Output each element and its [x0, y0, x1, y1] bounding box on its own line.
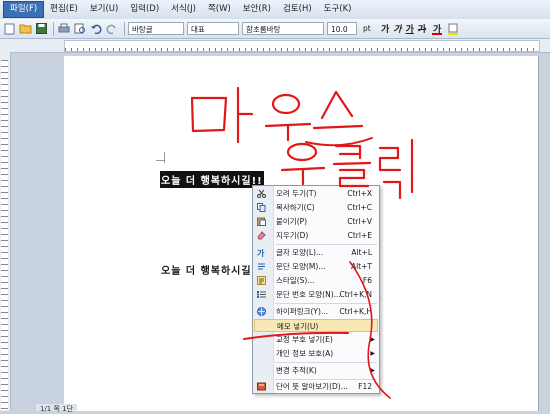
- menu-item-label: 교정 부호 넣기(E): [276, 335, 333, 344]
- menu-item-shortcut: Ctrl+V: [347, 217, 372, 226]
- menu-item-shortcut: Alt+T: [350, 262, 372, 271]
- menu-item-track-changes[interactable]: 변경 추적(K) ▶: [254, 364, 378, 377]
- print-preview-icon[interactable]: [73, 22, 87, 36]
- menu-separator: [275, 362, 377, 363]
- menu-format[interactable]: 서식(J): [165, 2, 202, 17]
- dictionary-icon: [257, 382, 266, 391]
- hyperlink-icon: [257, 307, 266, 316]
- style-combo[interactable]: 바탕글: [128, 22, 184, 35]
- menu-item-label: 문단 모양(M)...: [276, 262, 326, 271]
- menu-item-label: 단어 뜻 알아보기(D)...: [276, 382, 348, 391]
- new-document-icon[interactable]: [2, 22, 16, 36]
- menu-item-label: 붙이기(P): [276, 217, 308, 226]
- submenu-arrow-icon: ▶: [370, 367, 375, 374]
- selected-text-line[interactable]: 오늘 더 행복하시길!!: [160, 171, 264, 188]
- menu-item-cut[interactable]: 오려 두기(T) Ctrl+X: [254, 187, 378, 200]
- menu-item-label: 복사하기(C): [276, 203, 315, 212]
- eraser-icon: [257, 231, 266, 240]
- strikethrough-button[interactable]: 가: [418, 22, 426, 35]
- menu-item-label: 지우기(D): [276, 231, 309, 240]
- menu-separator: [275, 303, 377, 304]
- menu-item-style[interactable]: 스타일(S)... F6: [254, 274, 378, 287]
- italic-button[interactable]: 가: [393, 22, 401, 35]
- style-icon: [257, 276, 266, 285]
- menu-item-proofreading-marks[interactable]: 교정 부호 넣기(E) ▶: [254, 333, 378, 346]
- margin-corner-mark: [156, 158, 165, 163]
- menu-item-label: 글자 모양(L)...: [276, 248, 324, 257]
- menu-item-shortcut: F12: [358, 382, 372, 391]
- menu-item-insert-memo[interactable]: 메모 넣기(U): [254, 319, 378, 332]
- menu-item-copy[interactable]: 복사하기(C) Ctrl+C: [254, 201, 378, 214]
- scissors-icon: [257, 189, 266, 198]
- menu-item-shortcut: F6: [362, 276, 372, 285]
- text-line[interactable]: 오늘 더 행복하시길!!: [161, 262, 263, 277]
- context-menu: 오려 두기(T) Ctrl+X 복사하기(C) Ctrl+C 붙이기(P) Ct…: [252, 185, 380, 394]
- underline-button[interactable]: 가: [406, 22, 414, 35]
- submenu-arrow-icon: ▶: [370, 336, 375, 343]
- menu-security[interactable]: 보안(R): [237, 2, 277, 17]
- undo-icon[interactable]: [89, 22, 103, 36]
- menu-item-paste[interactable]: 붙이기(P) Ctrl+V: [254, 215, 378, 228]
- menu-review[interactable]: 검토(H): [277, 2, 318, 17]
- menu-item-dictionary[interactable]: 단어 뜻 알아보기(D)... F12: [254, 380, 378, 393]
- menu-item-para-shape[interactable]: 문단 모양(M)... Alt+T: [254, 260, 378, 273]
- menu-item-label: 개인 정보 보호(A): [276, 349, 334, 358]
- menu-item-char-shape[interactable]: 가 글자 모양(L)... Alt+L: [254, 246, 378, 259]
- char-shape-icon: 가: [257, 248, 265, 257]
- print-icon[interactable]: [57, 22, 71, 36]
- menu-item-shortcut: Ctrl+E: [347, 231, 372, 240]
- menu-item-delete[interactable]: 지우기(D) Ctrl+E: [254, 229, 378, 242]
- bold-button[interactable]: 가: [381, 22, 389, 35]
- font-size-combo[interactable]: 10.0: [327, 22, 357, 35]
- menu-item-label: 스타일(S)...: [276, 276, 315, 285]
- paragraph-style-combo[interactable]: 대표: [187, 22, 239, 35]
- menu-tools[interactable]: 도구(K): [318, 2, 358, 17]
- menu-page[interactable]: 쪽(W): [202, 2, 237, 17]
- svg-text:가: 가: [257, 248, 265, 257]
- menu-item-numbering[interactable]: 문단 번호 모양(N)... Ctrl+K,N: [254, 288, 378, 301]
- menu-separator: [275, 244, 377, 245]
- submenu-arrow-icon: ▶: [370, 350, 375, 357]
- menu-item-shortcut: Ctrl+K,N: [339, 290, 372, 299]
- toolbar-separator: [53, 21, 54, 36]
- redo-icon[interactable]: [105, 22, 119, 36]
- menu-edit[interactable]: 편집(E): [44, 2, 84, 17]
- menu-item-shortcut: Ctrl+C: [347, 203, 372, 212]
- highlight-color-icon[interactable]: [446, 22, 460, 36]
- toolbar-separator: [124, 21, 125, 36]
- para-shape-icon: [258, 263, 265, 270]
- horizontal-ruler[interactable]: [0, 39, 550, 53]
- paste-icon: [257, 217, 266, 226]
- menu-item-label: 메모 넣기(U): [277, 322, 319, 331]
- save-icon[interactable]: [34, 22, 48, 36]
- font-combo[interactable]: 함초롬바탕: [242, 22, 324, 35]
- text-color-icon[interactable]: 가: [430, 22, 444, 36]
- menu-view[interactable]: 보기(U): [84, 2, 125, 17]
- numbering-icon: [257, 291, 266, 298]
- menu-input[interactable]: 입력(D): [124, 2, 165, 17]
- menu-item-shortcut: Ctrl+X: [347, 189, 372, 198]
- toolbar: 바탕글 대표 함초롬바탕 10.0 pt 가 가 가 가 가: [0, 19, 550, 39]
- menu-bar: 파일(F) 편집(E) 보기(U) 입력(D) 서식(J) 쪽(W) 보안(R)…: [0, 0, 550, 20]
- menu-item-label: 문단 번호 모양(N)...: [276, 290, 341, 299]
- menu-item-privacy[interactable]: 개인 정보 보호(A) ▶: [254, 347, 378, 360]
- menu-item-shortcut: Alt+L: [351, 248, 372, 257]
- copy-icon: [257, 203, 266, 212]
- font-size-unit: pt: [363, 24, 371, 33]
- menu-item-label: 하이퍼링크(Y)...: [276, 307, 329, 316]
- vertical-ruler[interactable]: [0, 52, 11, 411]
- menu-item-hyperlink[interactable]: 하이퍼링크(Y)... Ctrl+K,H: [254, 305, 378, 318]
- open-folder-icon[interactable]: [18, 22, 32, 36]
- menu-item-label: 오려 두기(T): [276, 189, 317, 198]
- menu-item-shortcut: Ctrl+K,H: [339, 307, 372, 316]
- menu-file[interactable]: 파일(F): [3, 1, 45, 18]
- status-bar: 1/1 쪽 1단: [36, 404, 78, 413]
- menu-item-label: 변경 추적(K): [276, 366, 317, 375]
